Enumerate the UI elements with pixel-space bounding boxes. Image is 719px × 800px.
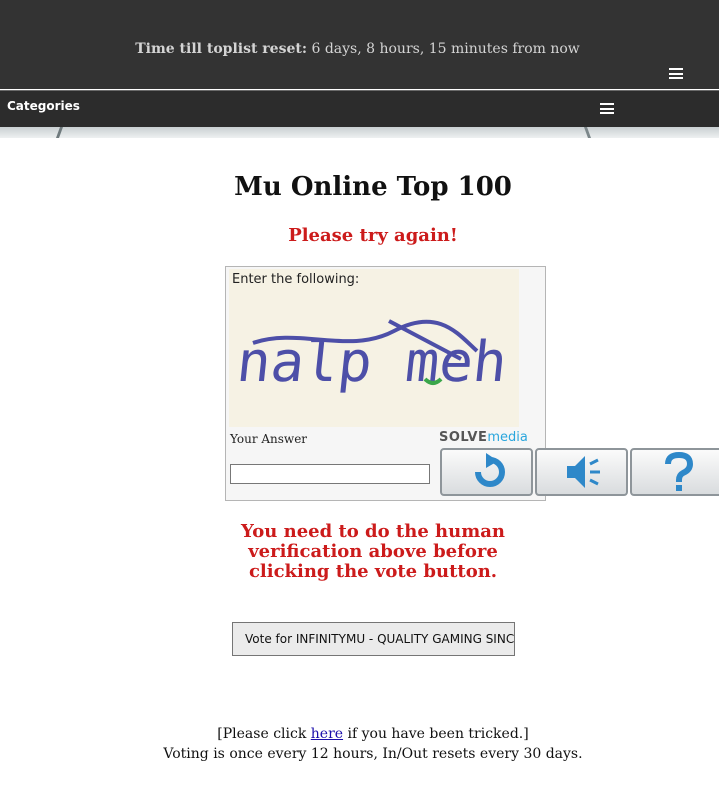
categories-menu-icon[interactable] xyxy=(600,103,614,114)
toplist-reset-notice: Time till toplist reset: 6 days, 8 hours… xyxy=(0,41,715,57)
solvemedia-logo[interactable]: SOLVEmedia xyxy=(439,430,528,445)
page-title: Mu Online Top 100 xyxy=(234,172,512,202)
captcha-refresh-button[interactable] xyxy=(440,448,533,496)
reset-countdown: 6 days, 8 hours, 15 minutes from now xyxy=(311,41,580,57)
here-link[interactable]: here xyxy=(311,726,343,742)
reset-label: Time till toplist reset: xyxy=(135,41,308,57)
tricked-notice: [Please click here if you have been tric… xyxy=(0,724,719,744)
tricked-text-after: if you have been tricked.] xyxy=(343,726,529,742)
verification-warning: You need to do the human verification ab… xyxy=(240,521,506,582)
vote-button[interactable]: Vote for INFINITYMU - QUALITY GAMING SIN… xyxy=(232,622,515,656)
categories-bar: Categories xyxy=(0,90,719,128)
tricked-text-before: [Please click xyxy=(217,726,311,742)
footer-notes: [Please click here if you have been tric… xyxy=(0,724,719,764)
answer-label: Your Answer xyxy=(230,432,308,446)
captcha-help-button[interactable] xyxy=(630,448,719,496)
banner-image-strip xyxy=(0,127,719,138)
solve-logo-part1: SOLVE xyxy=(439,430,488,445)
error-message: Please try again! xyxy=(288,225,458,246)
captcha-image: Enter the following: nalp meh xyxy=(229,269,519,427)
captcha-audio-button[interactable] xyxy=(535,448,628,496)
main-menu-icon[interactable] xyxy=(669,68,683,79)
solve-logo-part2: media xyxy=(487,430,528,445)
help-icon xyxy=(665,451,694,491)
audio-icon xyxy=(567,456,600,488)
captcha-answer-input[interactable] xyxy=(230,464,430,484)
refresh-icon xyxy=(475,453,505,487)
categories-label[interactable]: Categories xyxy=(7,99,80,113)
voting-info: Voting is once every 12 hours, In/Out re… xyxy=(163,746,583,762)
top-header-bar: Time till toplist reset: 6 days, 8 hours… xyxy=(0,0,719,89)
captcha-distorted-text: nalp meh xyxy=(234,319,510,395)
